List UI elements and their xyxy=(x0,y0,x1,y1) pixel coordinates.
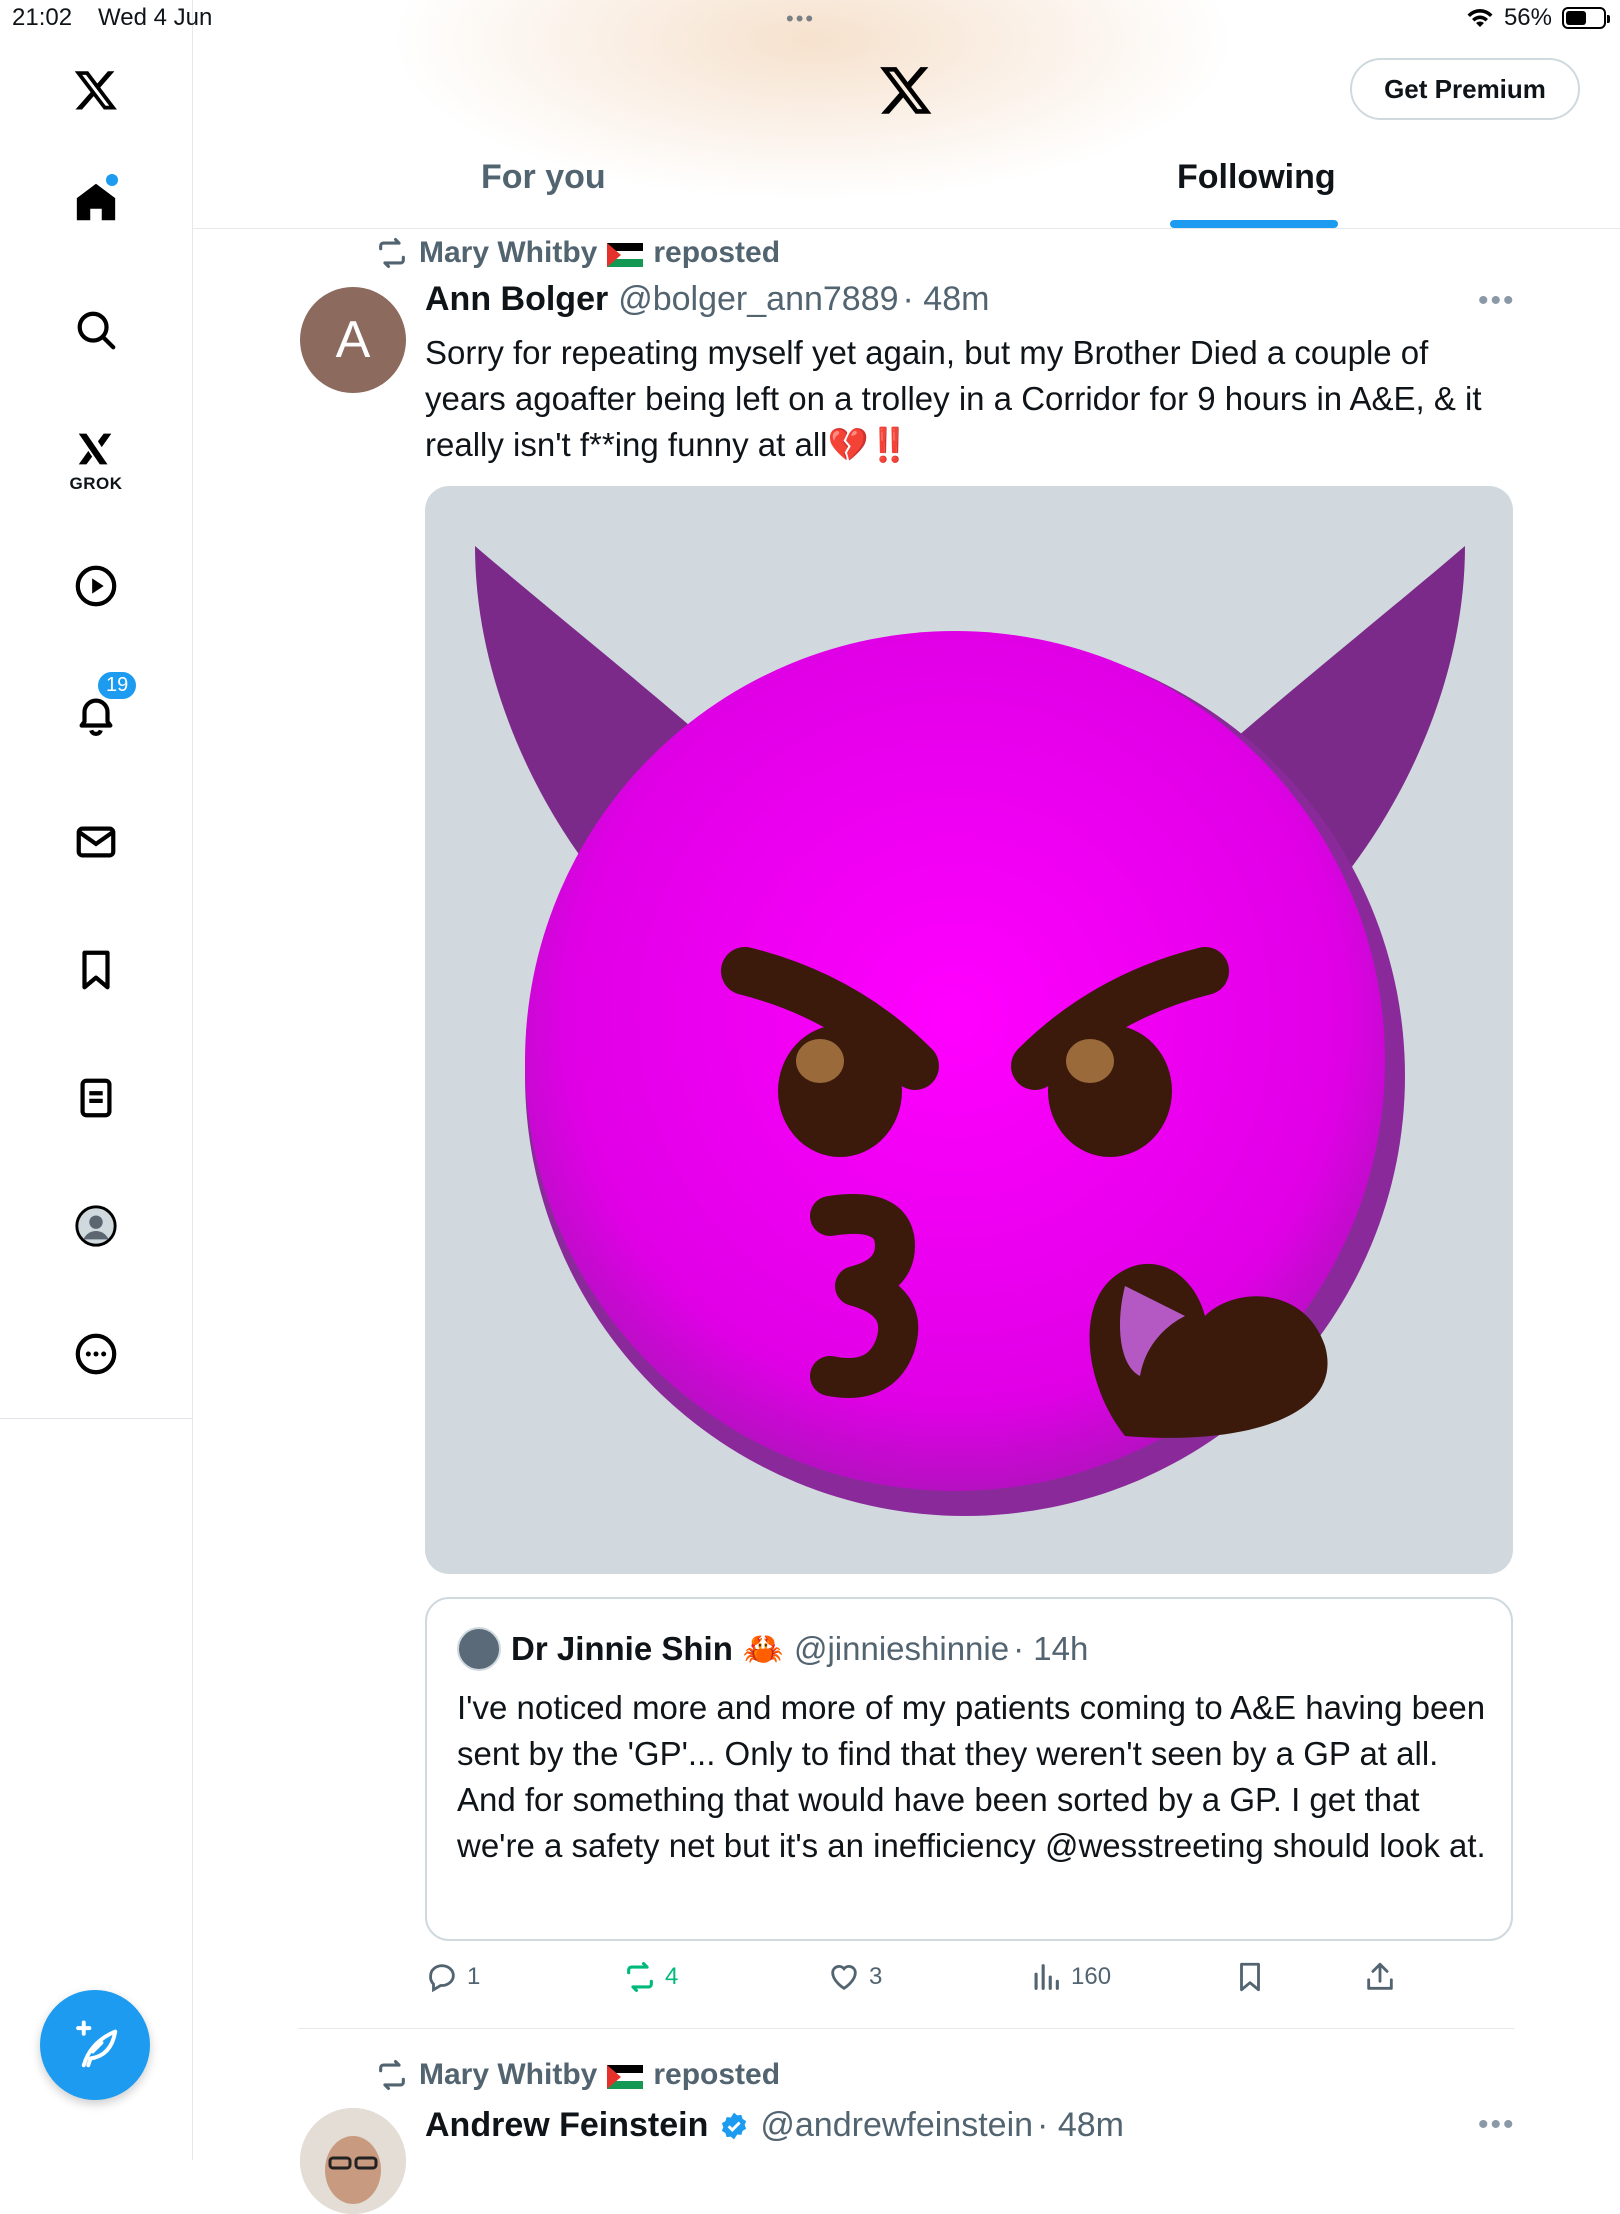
author-photo xyxy=(300,2108,406,2214)
notifications-badge: 19 xyxy=(96,670,139,701)
share-button[interactable] xyxy=(1363,1960,1397,1994)
nav-bookmarks[interactable] xyxy=(56,930,136,1010)
sidebar: GROK 19 xyxy=(0,0,193,2160)
share-icon xyxy=(1367,1962,1393,1990)
grok-icon xyxy=(78,433,112,465)
nav-video[interactable] xyxy=(56,546,136,626)
reply-count: 1 xyxy=(467,1963,481,1990)
views-count: 160 xyxy=(1071,1963,1112,1990)
repost-context-2[interactable]: Mary Whitby reposted xyxy=(375,2058,780,2092)
tweet-text: Sorry for repeating myself yet again, bu… xyxy=(425,334,1482,463)
multitask-dots-icon[interactable]: ••• xyxy=(786,6,815,32)
quoted-tweet[interactable]: Dr Jinnie Shin 🦀 @jinnieshinnie · 14h I'… xyxy=(425,1597,1513,1941)
profile-avatar-icon xyxy=(75,1205,117,1247)
reposted-label: reposted xyxy=(653,236,781,269)
nav-home[interactable] xyxy=(56,162,136,242)
battery-percent: 56% xyxy=(1503,4,1552,31)
author-name[interactable]: Ann Bolger xyxy=(425,280,608,319)
quoted-author-handle[interactable]: @jinnieshinnie xyxy=(794,1630,1009,1668)
author-avatar[interactable]: A xyxy=(300,287,406,393)
tweet-time[interactable]: · 48m xyxy=(903,280,990,319)
quoted-tweet-time: · 14h xyxy=(1013,1630,1089,1667)
author-avatar-2[interactable] xyxy=(300,2108,406,2214)
repost-icon xyxy=(379,2059,405,2091)
author-name[interactable]: Andrew Feinstein xyxy=(425,2106,708,2145)
battery-icon xyxy=(1562,7,1610,29)
like-count: 3 xyxy=(869,1963,883,1990)
verified-badge-icon xyxy=(722,2112,747,2139)
tweet-more-icon[interactable]: ••• xyxy=(1478,2108,1516,2142)
tweet-time[interactable]: · 48m xyxy=(1037,2106,1124,2145)
bookmark-icon xyxy=(82,950,110,990)
nav-lists[interactable] xyxy=(56,1058,136,1138)
repost-count: 4 xyxy=(665,1963,679,1990)
battery-fill xyxy=(1566,11,1586,25)
quoted-author-row: Dr Jinnie Shin 🦀 @jinnieshinnie · 14h xyxy=(457,1627,1088,1671)
get-premium-button[interactable]: Get Premium xyxy=(1350,58,1580,120)
reposter-name[interactable]: Mary Whitby xyxy=(419,2058,597,2092)
tweet-image[interactable] xyxy=(425,486,1513,1574)
status-right: 56% xyxy=(1466,4,1610,32)
bookmark-action-icon xyxy=(1240,1962,1260,1992)
quoted-author-avatar[interactable] xyxy=(457,1627,501,1671)
author-handle[interactable]: @andrewfeinstein xyxy=(760,2106,1033,2145)
bookmark-button[interactable] xyxy=(1233,1960,1267,1994)
heart-icon xyxy=(831,1965,857,1991)
tweet-author-row-2: Andrew Feinstein @andrewfeinstein · 48m xyxy=(425,2106,1124,2145)
devil-kiss-emoji-image xyxy=(475,546,1465,1516)
mail-icon xyxy=(76,826,116,858)
nav-search[interactable] xyxy=(56,290,136,370)
compose-post-button[interactable] xyxy=(40,1990,150,2100)
nav-profile[interactable] xyxy=(56,1186,136,1266)
sidebar-divider xyxy=(0,1418,192,1419)
list-icon xyxy=(80,1078,112,1118)
status-bar: 21:02 Wed 4 Jun ••• 56% xyxy=(0,0,1620,40)
crab-emoji-icon: 🦀 xyxy=(742,1629,784,1667)
reposted-label: reposted xyxy=(653,2058,781,2091)
reply-button[interactable]: 1 xyxy=(425,1960,480,1994)
x-logo-svg xyxy=(74,71,117,110)
tab-for-you[interactable]: For you xyxy=(481,158,606,197)
header-x-logo-icon[interactable] xyxy=(878,62,934,123)
repost-action-icon xyxy=(627,1961,653,1993)
palestine-flag-icon xyxy=(607,2063,644,2089)
active-tab-indicator xyxy=(1170,220,1338,228)
home-unread-dot xyxy=(106,174,118,186)
quoted-author-name[interactable]: Dr Jinnie Shin xyxy=(511,1630,733,1668)
repost-context[interactable]: Mary Whitby reposted xyxy=(375,236,780,270)
reposter-name[interactable]: Mary Whitby xyxy=(419,236,597,270)
header-x-logo-svg xyxy=(880,67,932,114)
like-button[interactable]: 3 xyxy=(827,1960,882,1994)
tweet-more-icon[interactable]: ••• xyxy=(1478,284,1516,318)
views-button[interactable]: 160 xyxy=(1029,1960,1111,1994)
x-logo-icon[interactable] xyxy=(56,50,136,130)
feather-plus-icon xyxy=(76,2020,118,2068)
nav-messages[interactable] xyxy=(56,802,136,882)
repost-icon xyxy=(379,237,405,269)
quoted-tweet-text: I've noticed more and more of my patient… xyxy=(457,1689,1486,1864)
views-chart-icon xyxy=(1034,1964,1059,1990)
nav-more[interactable] xyxy=(56,1314,136,1394)
nav-grok[interactable]: GROK xyxy=(56,418,136,498)
search-icon xyxy=(77,311,116,350)
author-handle[interactable]: @bolger_ann7889 xyxy=(618,280,898,319)
repost-button[interactable]: 4 xyxy=(623,1960,678,1994)
tweet-author-row: Ann Bolger @bolger_ann7889 · 48m xyxy=(425,280,989,319)
status-date: Wed 4 Jun xyxy=(98,4,213,31)
play-circle-icon xyxy=(75,565,117,607)
more-circle-icon xyxy=(75,1333,117,1375)
wifi-icon xyxy=(1467,9,1493,27)
tweet-actions: 1 4 3 160 xyxy=(425,1960,1525,2000)
status-time: 21:02 xyxy=(12,4,73,31)
grok-label: GROK xyxy=(69,474,123,493)
tab-following[interactable]: Following xyxy=(1177,158,1336,197)
reply-icon xyxy=(429,1964,455,1993)
tweet-separator xyxy=(298,2028,1514,2029)
palestine-flag-icon xyxy=(607,241,644,267)
nav-notifications[interactable]: 19 xyxy=(56,670,139,754)
